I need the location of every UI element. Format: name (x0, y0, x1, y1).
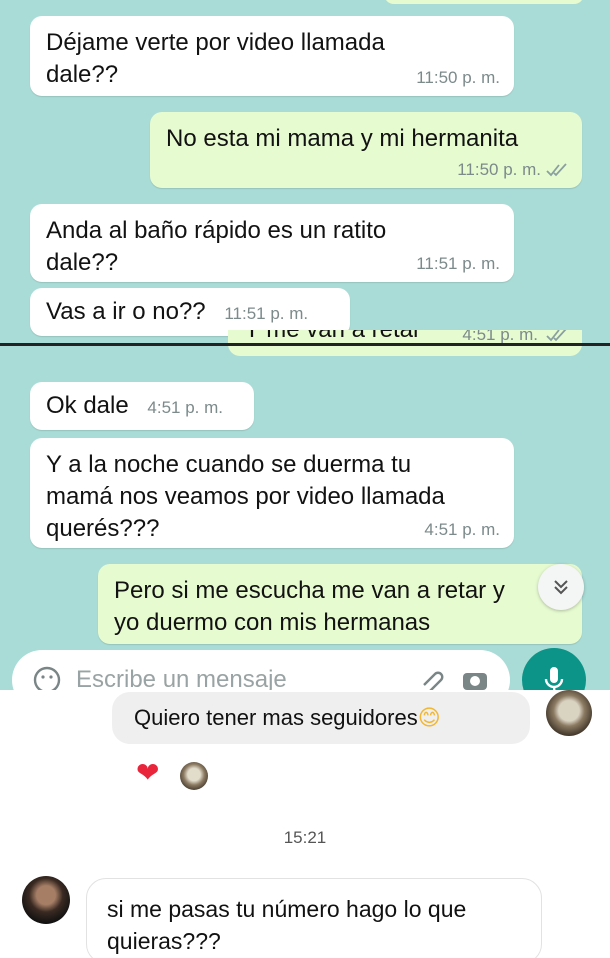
message-text: si me pasas tu número hago lo que quiera… (107, 896, 467, 954)
timestamp-divider: 15:21 (283, 828, 327, 847)
heart-reaction-icon[interactable]: ❤ (136, 758, 159, 788)
previous-bubble-edge (384, 0, 584, 4)
message-bubble-incoming[interactable]: Ok dale 4:51 p. m. (30, 382, 254, 430)
cut-message-text: Y me van a retar (244, 330, 421, 344)
message-bubble-incoming[interactable]: Y a la noche cuando se duerma tu mamá no… (30, 438, 514, 548)
instagram-dm: Quiero tener mas seguidores😊 ❤ 15:21 si … (0, 690, 610, 958)
camera-icon[interactable] (460, 665, 490, 690)
double-chevron-down-icon (554, 580, 568, 595)
smiling-emoji-icon: 😊 (417, 706, 441, 731)
message-input-bar[interactable]: Escribe un mensaje (12, 650, 510, 690)
message-time: 4:51 p. m. (147, 398, 223, 417)
whatsapp-chat: Déjame verte por video llamada dale?? 11… (0, 0, 610, 690)
message-bubble-outgoing[interactable]: No esta mi mama y mi hermanita 11:50 p. … (150, 112, 582, 188)
message-text: Ok dale (46, 392, 129, 419)
scroll-to-bottom-button[interactable] (538, 564, 584, 610)
splice-divider (0, 343, 610, 346)
message-time: 11:50 p. m. (457, 160, 541, 179)
sender-avatar[interactable] (22, 876, 70, 924)
mic-button[interactable] (522, 648, 586, 690)
message-time: 4:51 p. m. (424, 520, 500, 539)
message-time: 11:50 p. m. (416, 68, 500, 87)
message-text: Vas a ir o no?? (46, 298, 206, 325)
message-bubble-incoming[interactable]: Déjame verte por video llamada dale?? 11… (30, 16, 514, 96)
message-bubble-outgoing[interactable]: Pero si me escucha me van a retar y yo d… (98, 564, 582, 644)
double-check-icon (546, 330, 567, 342)
message-time: 11:51 p. m. (416, 254, 500, 273)
message-bubble-incoming[interactable]: si me pasas tu número hago lo que quiera… (86, 878, 542, 958)
avatar[interactable] (546, 690, 592, 736)
message-bubble-incoming[interactable]: Anda al baño rápido es un ratito dale?? … (30, 204, 514, 282)
message-input[interactable]: Escribe un mensaje (76, 666, 402, 690)
message-bubble-incoming[interactable]: Vas a ir o no?? 11:51 p. m. (30, 288, 350, 336)
message-text: Quiero tener mas seguidores (134, 705, 418, 730)
double-check-icon (546, 163, 567, 177)
mic-icon (544, 667, 564, 690)
message-text: No esta mi mama y mi hermanita (166, 125, 519, 152)
message-text: Pero si me escucha me van a retar y yo d… (114, 577, 505, 636)
emoji-icon[interactable] (32, 665, 62, 690)
attach-icon[interactable] (416, 665, 446, 690)
message-bubble-outgoing[interactable]: Quiero tener mas seguidores😊 (112, 692, 530, 744)
message-meta: 11:50 p. m. (457, 160, 568, 180)
reaction-avatar (180, 762, 208, 790)
message-time: 11:51 p. m. (224, 304, 309, 323)
